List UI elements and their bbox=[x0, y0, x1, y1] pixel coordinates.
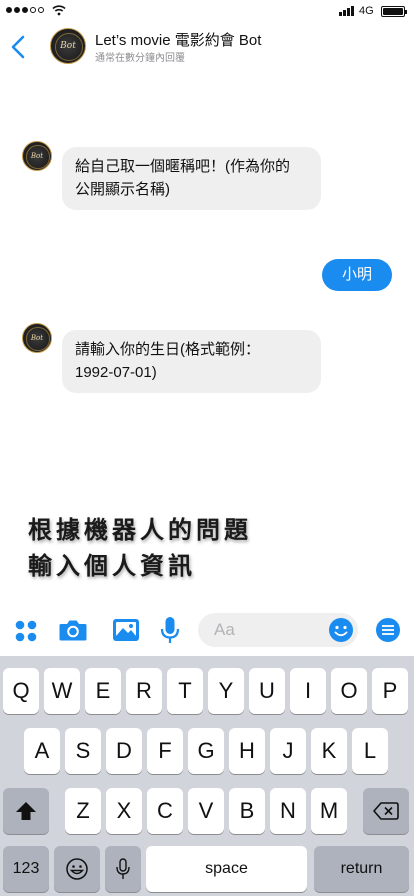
back-button[interactable] bbox=[8, 34, 32, 60]
key-a[interactable]: A bbox=[24, 728, 60, 774]
chat-header: Bot Let’s movie 電影約會 Bot 通常在數分鐘內回覆 bbox=[0, 24, 414, 70]
caption-line: 輸入個人資訊 bbox=[28, 553, 196, 580]
key-g[interactable]: G bbox=[188, 728, 224, 774]
on-screen-keyboard: Q W E R T Y U I O P A S D F G H J K L Z … bbox=[0, 656, 414, 896]
wifi-icon bbox=[52, 5, 66, 16]
camera-button[interactable] bbox=[57, 614, 89, 646]
emoji-button[interactable] bbox=[328, 617, 354, 643]
numbers-key[interactable]: 123 bbox=[3, 846, 49, 892]
key-m[interactable]: M bbox=[311, 788, 347, 834]
message-text: 公開顯示名稱) bbox=[75, 181, 170, 198]
smiley-icon bbox=[329, 618, 353, 642]
network-type: 4G bbox=[359, 5, 374, 17]
backspace-icon bbox=[373, 802, 399, 820]
message-text: 請輸入你的生日(格式範例： bbox=[75, 341, 260, 358]
key-t[interactable]: T bbox=[167, 668, 203, 714]
dictation-key[interactable] bbox=[105, 846, 141, 892]
battery-icon bbox=[381, 6, 407, 17]
more-dots-icon bbox=[15, 620, 37, 642]
cellular-bars-icon bbox=[339, 6, 354, 16]
logo-text: Bot bbox=[30, 334, 44, 342]
key-i[interactable]: I bbox=[290, 668, 326, 714]
user-message-bubble: 小明 bbox=[322, 259, 392, 291]
menu-button[interactable] bbox=[372, 614, 404, 646]
message-input-field[interactable] bbox=[198, 613, 358, 647]
key-l[interactable]: L bbox=[352, 728, 388, 774]
shift-key[interactable] bbox=[3, 788, 49, 834]
emoji-keyboard-key[interactable] bbox=[54, 846, 100, 892]
status-bar: 4G bbox=[0, 0, 414, 24]
message-composer bbox=[0, 606, 414, 656]
key-q[interactable]: Q bbox=[3, 668, 39, 714]
message-input[interactable] bbox=[214, 613, 314, 647]
key-w[interactable]: W bbox=[44, 668, 80, 714]
key-h[interactable]: H bbox=[229, 728, 265, 774]
bot-message-bubble: 給自己取一個暱稱吧！(作為你的 公開顯示名稱) bbox=[62, 147, 321, 210]
microphone-icon bbox=[160, 617, 180, 643]
caption-line: 根據機器人的問題 bbox=[28, 517, 252, 544]
key-r[interactable]: R bbox=[126, 668, 162, 714]
chat-title: Let’s movie 電影約會 Bot bbox=[95, 32, 262, 49]
key-s[interactable]: S bbox=[65, 728, 101, 774]
key-c[interactable]: C bbox=[147, 788, 183, 834]
microphone-icon bbox=[116, 858, 130, 879]
key-d[interactable]: D bbox=[106, 728, 142, 774]
key-k[interactable]: K bbox=[311, 728, 347, 774]
key-j[interactable]: J bbox=[270, 728, 306, 774]
logo-text: Bot bbox=[30, 152, 44, 160]
key-v[interactable]: V bbox=[188, 788, 224, 834]
message-text: 1992-07-01) bbox=[75, 364, 157, 381]
key-f[interactable]: F bbox=[147, 728, 183, 774]
signal-strength-dots bbox=[6, 7, 44, 13]
key-y[interactable]: Y bbox=[208, 668, 244, 714]
camera-icon bbox=[59, 620, 87, 641]
space-key[interactable]: space bbox=[146, 846, 307, 892]
more-options-button[interactable] bbox=[10, 614, 42, 646]
instruction-caption: 根據機器人的問題 輸入個人資訊 bbox=[28, 513, 252, 585]
key-u[interactable]: U bbox=[249, 668, 285, 714]
key-p[interactable]: P bbox=[372, 668, 408, 714]
emoji-face-icon bbox=[66, 858, 88, 880]
key-x[interactable]: X bbox=[106, 788, 142, 834]
key-e[interactable]: E bbox=[85, 668, 121, 714]
bot-avatar[interactable]: Bot bbox=[50, 28, 86, 64]
voice-button[interactable] bbox=[154, 614, 186, 646]
shift-arrow-icon bbox=[16, 802, 36, 820]
message-text: 小明 bbox=[341, 266, 372, 283]
key-n[interactable]: N bbox=[270, 788, 306, 834]
key-b[interactable]: B bbox=[229, 788, 265, 834]
chevron-left-icon bbox=[11, 35, 25, 59]
bot-message-avatar: Bot bbox=[22, 323, 52, 353]
bot-message-bubble: 請輸入你的生日(格式範例： 1992-07-01) bbox=[62, 330, 321, 393]
bot-message-avatar: Bot bbox=[22, 141, 52, 171]
photo-button[interactable] bbox=[110, 614, 142, 646]
response-time-status: 通常在數分鐘內回覆 bbox=[95, 53, 185, 64]
key-z[interactable]: Z bbox=[65, 788, 101, 834]
photo-icon bbox=[113, 619, 139, 641]
key-o[interactable]: O bbox=[331, 668, 367, 714]
delete-key[interactable] bbox=[363, 788, 409, 834]
return-key[interactable]: return bbox=[314, 846, 409, 892]
message-text: 給自己取一個暱稱吧！(作為你的 bbox=[75, 158, 290, 175]
menu-icon bbox=[376, 618, 400, 642]
logo-text: Bot bbox=[60, 41, 76, 51]
